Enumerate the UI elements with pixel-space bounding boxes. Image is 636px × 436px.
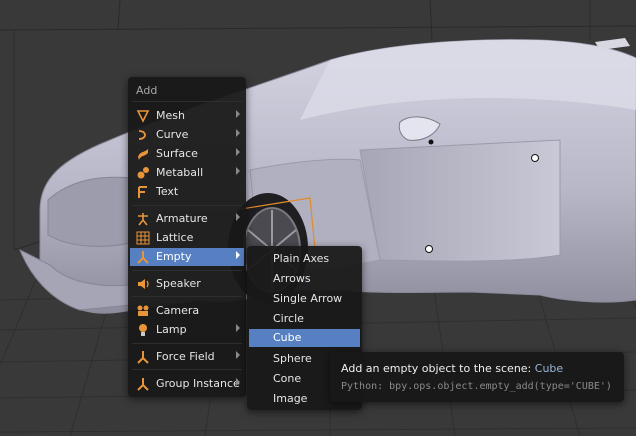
- menu-item-label: Group Instance: [156, 377, 240, 390]
- tooltip-python: Python: bpy.ops.object.empty_add(type='C…: [341, 381, 612, 392]
- menu-separator: [132, 296, 242, 297]
- speaker-icon: [138, 279, 149, 289]
- menu-item-label: Speaker: [156, 277, 201, 290]
- menu-item-force-field[interactable]: Force Field: [130, 348, 244, 366]
- submenu-item-label: Cone: [273, 372, 302, 385]
- menu-item-label: Lattice: [156, 231, 194, 244]
- tooltip-value: Cube: [534, 362, 564, 375]
- add-menu-title: Add: [136, 84, 158, 97]
- menu-item-label: Text: [156, 185, 179, 198]
- submenu-item-label: Sphere: [273, 352, 312, 365]
- submenu-item-label: Cube: [273, 331, 302, 344]
- menu-item-label: Metaball: [156, 166, 204, 179]
- add-menu: Add Mesh Curve Surface Metaball Text Arm…: [128, 77, 246, 397]
- tooltip-description: Add an empty object to the scene:: [341, 362, 532, 375]
- submenu-arrow-icon: [236, 213, 240, 221]
- submenu-item-arrows[interactable]: Arrows: [249, 270, 360, 288]
- submenu-arrow-icon: [236, 378, 240, 386]
- text-icon: [138, 186, 147, 198]
- menu-item-label: Empty: [156, 250, 192, 263]
- submenu-arrow-icon: [236, 129, 240, 137]
- lattice-icon: [136, 231, 150, 245]
- menu-separator: [132, 205, 242, 206]
- menu-item-label: Force Field: [156, 350, 215, 363]
- menu-separator: [132, 343, 242, 344]
- mesh-icon: [136, 110, 150, 123]
- menu-item-label: Surface: [156, 147, 198, 160]
- tooltip-description-line: Add an empty object to the scene: Cube: [341, 362, 563, 375]
- menu-item-surface[interactable]: Surface: [130, 145, 244, 163]
- menu-item-empty[interactable]: Empty: [130, 248, 244, 266]
- submenu-item-label: Plain Axes: [273, 252, 330, 265]
- tooltip: Add an empty object to the scene: Cube P…: [330, 352, 624, 402]
- submenu-item-label: Single Arrow: [273, 292, 343, 305]
- menu-item-speaker[interactable]: Speaker: [130, 275, 244, 293]
- submenu-arrow-icon: [236, 110, 240, 118]
- menu-item-label: Curve: [156, 128, 189, 141]
- menu-item-lattice[interactable]: Lattice: [130, 229, 244, 247]
- submenu-item-label: Arrows: [273, 272, 311, 285]
- menu-separator: [132, 270, 242, 271]
- submenu-item-label: Image: [273, 392, 308, 405]
- submenu-item-circle[interactable]: Circle: [249, 310, 360, 328]
- menu-item-mesh[interactable]: Mesh: [130, 107, 244, 125]
- submenu-item-cube[interactable]: Cube: [249, 329, 360, 347]
- submenu-arrow-icon: [236, 324, 240, 332]
- curve-icon: [138, 130, 146, 140]
- menu-item-metaball[interactable]: Metaball: [130, 164, 244, 182]
- submenu-item-plain-axes[interactable]: Plain Axes: [249, 250, 360, 268]
- submenu-item-label: Circle: [273, 312, 304, 325]
- menu-item-lamp[interactable]: Lamp: [130, 321, 244, 339]
- surface-icon: [138, 149, 148, 160]
- menu-separator: [132, 101, 242, 102]
- menu-item-label: Mesh: [156, 109, 185, 122]
- submenu-arrow-icon: [236, 148, 240, 156]
- menu-item-label: Camera: [156, 304, 200, 317]
- lamp-icon: [139, 324, 147, 336]
- group-instance-icon: [137, 378, 149, 391]
- empty-icon: [137, 251, 149, 264]
- menu-item-camera[interactable]: Camera: [130, 302, 244, 320]
- menu-separator: [132, 369, 242, 370]
- menu-item-label: Armature: [156, 212, 208, 225]
- submenu-arrow-icon: [236, 167, 240, 175]
- force-field-icon: [137, 351, 149, 364]
- menu-item-text[interactable]: Text: [130, 183, 244, 201]
- menu-item-armature[interactable]: Armature: [130, 210, 244, 228]
- metaball-icon: [137, 167, 149, 179]
- camera-icon: [137, 305, 149, 316]
- submenu-arrow-icon: [236, 351, 240, 359]
- menu-item-label: Lamp: [156, 323, 187, 336]
- menu-item-group-instance[interactable]: Group Instance: [130, 375, 244, 393]
- armature-icon: [138, 213, 148, 226]
- menu-item-curve[interactable]: Curve: [130, 126, 244, 144]
- submenu-item-single-arrow[interactable]: Single Arrow: [249, 290, 360, 308]
- submenu-arrow-icon: [236, 251, 240, 259]
